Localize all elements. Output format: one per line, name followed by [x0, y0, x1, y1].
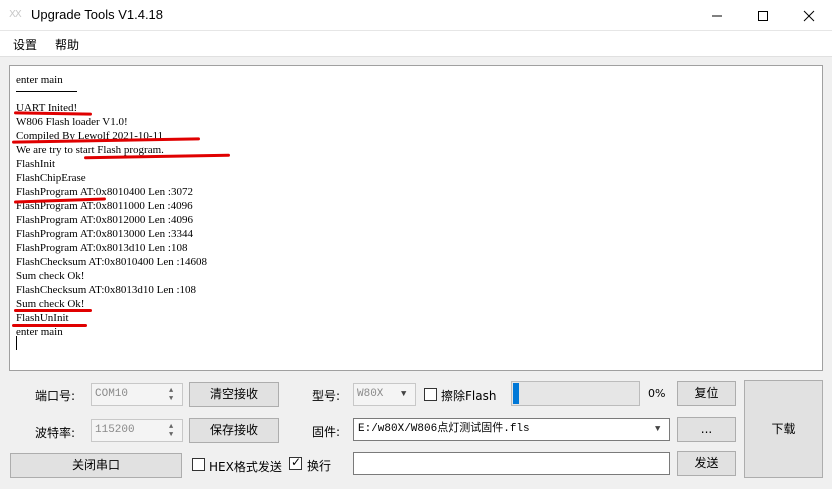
- console-line: W806 Flash loader V1.0!: [16, 116, 128, 128]
- minimize-icon: [712, 15, 722, 17]
- firmware-label: 固件:: [312, 425, 341, 439]
- menu-bar: 设置 帮助: [0, 31, 832, 57]
- firmware-path: E:/w80X/W806点灯测试固件.fls: [358, 423, 530, 435]
- app-icon: XX: [9, 9, 22, 20]
- baud-select[interactable]: 115200 ▲ ▼: [91, 419, 183, 442]
- send-button[interactable]: 发送: [677, 451, 736, 476]
- title-bar: XX Upgrade Tools V1.4.18: [0, 0, 832, 31]
- model-value: W80X: [357, 388, 384, 400]
- close-icon: [803, 10, 815, 22]
- console-line: FlashInit: [16, 158, 56, 170]
- chevron-down-icon: ▼: [401, 389, 407, 399]
- model-select[interactable]: W80X ▼: [353, 383, 416, 406]
- port-value: COM10: [95, 388, 129, 400]
- minimize-button[interactable]: [694, 0, 740, 31]
- spin-up-icon: ▲: [169, 387, 174, 395]
- console-line: FlashProgram AT:0x8012000 Len :4096: [16, 214, 193, 226]
- baud-label: 波特率:: [35, 426, 76, 440]
- maximize-button[interactable]: [740, 0, 786, 31]
- erase-flash-label: 擦除Flash: [441, 389, 497, 403]
- console-line: FlashChecksum AT:0x8010400 Len :14608: [16, 256, 208, 268]
- newline-checkbox[interactable]: ✓: [289, 455, 302, 470]
- progress-percent: 0%: [648, 387, 666, 400]
- firmware-select[interactable]: E:/w80X/W806点灯测试固件.fls ▼: [353, 418, 670, 441]
- console-line: FlashProgram AT:0x8013d10 Len :108: [16, 242, 188, 254]
- progress-fill: [513, 383, 520, 404]
- text-caret: [16, 336, 17, 350]
- close-port-button[interactable]: 关闭串口: [10, 453, 182, 478]
- maximize-icon: [758, 11, 768, 21]
- download-progress: [511, 381, 640, 406]
- firmware-dropdown[interactable]: ▼: [651, 419, 669, 440]
- console-line: enter main: [16, 326, 63, 338]
- chevron-down-icon: ▼: [655, 424, 661, 434]
- menu-help[interactable]: 帮助: [55, 36, 79, 53]
- baud-spin[interactable]: ▲ ▼: [165, 420, 182, 441]
- console-line: FlashChipErase: [16, 172, 86, 184]
- window-title: Upgrade Tools V1.4.18: [31, 7, 164, 22]
- port-spin[interactable]: ▲ ▼: [165, 384, 182, 405]
- send-input[interactable]: [353, 452, 670, 475]
- separator-underline: [16, 91, 77, 92]
- receive-console[interactable]: enter main UART Inited! W806 Flash loade…: [9, 65, 823, 371]
- reset-button[interactable]: 复位: [677, 381, 736, 406]
- newline-label: 换行: [307, 459, 332, 473]
- annotation-underline: [14, 309, 92, 312]
- checkmark-icon: ✓: [291, 455, 302, 469]
- spin-down-icon: ▼: [169, 395, 174, 403]
- download-button[interactable]: 下载: [744, 380, 823, 478]
- close-button[interactable]: [786, 0, 832, 31]
- baud-value: 115200: [95, 424, 135, 436]
- clear-receive-button[interactable]: 清空接收: [189, 382, 279, 407]
- port-label: 端口号:: [35, 389, 76, 403]
- console-line: FlashChecksum AT:0x8013d10 Len :108: [16, 284, 197, 296]
- console-line: FlashUnInit: [16, 312, 69, 324]
- erase-flash-checkbox[interactable]: [424, 388, 437, 401]
- port-select[interactable]: COM10 ▲ ▼: [91, 383, 183, 406]
- browse-firmware-button[interactable]: ...: [677, 417, 736, 442]
- console-line: enter main: [16, 74, 63, 86]
- save-receive-button[interactable]: 保存接收: [189, 418, 279, 443]
- annotation-underline: [12, 324, 87, 327]
- spin-up-icon: ▲: [169, 423, 174, 431]
- model-label: 型号:: [312, 389, 341, 403]
- console-line: FlashProgram AT:0x8013000 Len :3344: [16, 228, 193, 240]
- hex-send-label: HEX格式发送: [209, 460, 282, 474]
- spin-down-icon: ▼: [169, 431, 174, 439]
- menu-settings[interactable]: 设置: [13, 36, 37, 53]
- model-dropdown[interactable]: ▼: [397, 384, 415, 405]
- console-line: Sum check Ok!: [16, 270, 85, 282]
- hex-send-checkbox[interactable]: [192, 458, 205, 471]
